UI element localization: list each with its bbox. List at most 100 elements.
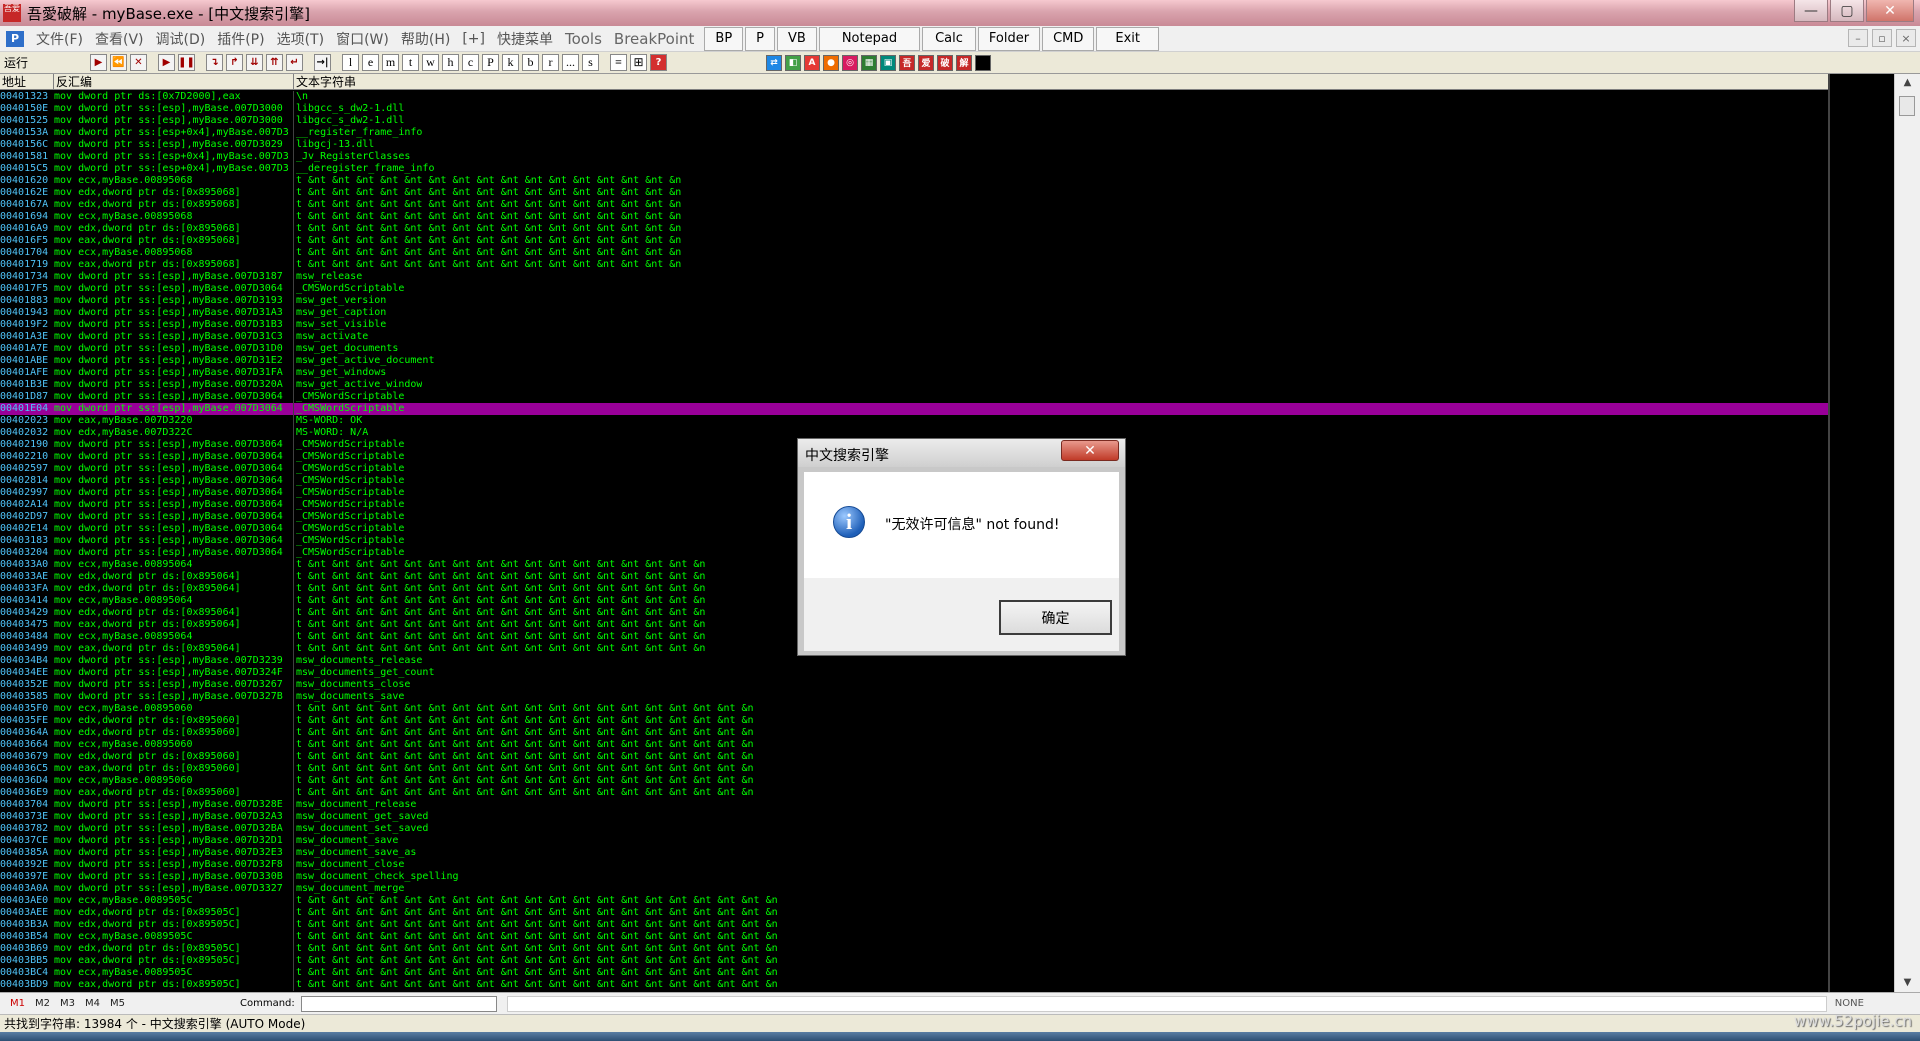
table-row[interactable]: 00401A3E mov dword ptr ss:[esp],myBase.00… (0, 331, 1830, 343)
table-row[interactable]: 0040373E mov dword ptr ss:[esp],myBase.00… (0, 811, 1830, 823)
scroll-up-icon[interactable]: ▲ (1895, 74, 1920, 92)
breakpoints-window-button[interactable]: b (522, 54, 539, 71)
memory-tab-m5[interactable]: M5 (110, 998, 125, 1009)
calc-button[interactable]: Calc (922, 26, 976, 51)
table-row[interactable]: 0040385A mov dword ptr ss:[esp],myBase.00… (0, 847, 1830, 859)
source-window-button[interactable]: s (582, 54, 599, 71)
table-row[interactable]: 004016A9 mov edx,dword ptr ds:[0x895068] t… (0, 223, 1830, 235)
menu-breakpoint[interactable]: BreakPoint (608, 30, 700, 48)
mdi-minimize-button[interactable]: – (1848, 29, 1868, 47)
table-row[interactable]: 00401620 mov ecx,myBase.00895068 t &nt &nt… (0, 175, 1830, 187)
table-row[interactable]: 0040364A mov edx,dword ptr ds:[0x895060] t… (0, 727, 1830, 739)
table-row[interactable]: 00403782 mov dword ptr ss:[esp],myBase.00… (0, 823, 1830, 835)
menu-file[interactable]: 文件(F) (30, 29, 89, 49)
table-row[interactable]: 00401581 mov dword ptr ss:[esp+0x4],myBas… (0, 151, 1830, 163)
plugin-box-icon[interactable]: ▣ (880, 54, 896, 71)
table-row[interactable]: 00403679 mov edx,dword ptr ds:[0x895060] t… (0, 751, 1830, 763)
table-row[interactable]: 004015C5 mov dword ptr ss:[esp+0x4],myBas… (0, 163, 1830, 175)
table-row[interactable]: 00401883 mov dword ptr ss:[esp],myBase.00… (0, 295, 1830, 307)
modules-window-button[interactable]: e (362, 54, 379, 71)
folder-button[interactable]: Folder (977, 26, 1041, 51)
table-row[interactable]: 004019F2 mov dword ptr ss:[esp],myBase.00… (0, 319, 1830, 331)
table-row[interactable]: 00401734 mov dword ptr ss:[esp],myBase.00… (0, 271, 1830, 283)
table-row[interactable]: 004036D4 mov ecx,myBase.00895060 t &nt &nt… (0, 775, 1830, 787)
table-row[interactable]: 004037CE mov dword ptr ss:[esp],myBase.00… (0, 835, 1830, 847)
memory-tab-m4[interactable]: M4 (85, 998, 100, 1009)
exit-button[interactable]: Exit (1096, 26, 1160, 51)
menu-help[interactable]: 帮助(H) (395, 29, 456, 49)
table-row[interactable]: 00401323 mov dword ptr ds:[0x7D2000],eax \… (0, 91, 1830, 103)
help-icon[interactable]: ? (650, 54, 667, 71)
handles-window-button[interactable]: h (442, 54, 459, 71)
maximize-button[interactable]: ▢ (1830, 0, 1864, 22)
table-row[interactable]: 00403BB5 mov eax,dword ptr ds:[0x89505C] t… (0, 955, 1830, 967)
restart-icon[interactable]: ⏪ (110, 54, 127, 71)
plugin-window-icon[interactable]: ◧ (785, 54, 801, 71)
run-trace-window-button[interactable]: ... (562, 54, 579, 71)
trace-into-icon[interactable]: ⇊ (246, 54, 263, 71)
table-row[interactable]: 00401A7E mov dword ptr ss:[esp],myBase.00… (0, 343, 1830, 355)
plugin-po-icon[interactable]: 破 (937, 54, 953, 71)
pause-icon[interactable]: ❚❚ (178, 54, 195, 71)
table-row[interactable]: 00401B3E mov dword ptr ss:[esp],myBase.00… (0, 379, 1830, 391)
table-row[interactable]: 00401719 mov eax,dword ptr ds:[0x895068] t… (0, 259, 1830, 271)
trace-over-icon[interactable]: ⇈ (266, 54, 283, 71)
menu-shortcuts[interactable]: 快捷菜单 (491, 29, 559, 49)
call-stack-window-button[interactable]: k (502, 54, 519, 71)
debug-options-icon[interactable]: ≡ (610, 54, 627, 71)
table-row[interactable]: 004017F5 mov dword ptr ss:[esp],myBase.00… (0, 283, 1830, 295)
memory-tab-m1[interactable]: M1 (10, 998, 25, 1009)
log-window-button[interactable]: l (342, 54, 359, 71)
menu-plus[interactable]: [+] (456, 31, 491, 47)
table-row[interactable]: 00403585 mov dword ptr ss:[esp],myBase.00… (0, 691, 1830, 703)
notepad-button[interactable]: Notepad (818, 26, 921, 51)
cpu-window-button[interactable]: c (462, 54, 479, 71)
table-row[interactable]: 0040167A mov edx,dword ptr ds:[0x895068] t… (0, 199, 1830, 211)
execute-till-return-icon[interactable]: ↵ (286, 54, 303, 71)
appearance-icon[interactable]: ⊞ (630, 54, 647, 71)
step-over-icon[interactable]: ↱ (226, 54, 243, 71)
table-row[interactable]: 00403B3A mov edx,dword ptr ds:[0x89505C] t… (0, 919, 1830, 931)
plugin-ai-icon[interactable]: 爱 (918, 54, 934, 71)
minimize-button[interactable]: — (1794, 0, 1828, 22)
table-row[interactable]: 0040156C mov dword ptr ss:[esp],myBase.00… (0, 139, 1830, 151)
plugin-a-icon[interactable]: A (804, 54, 820, 71)
vb-button[interactable]: VB (777, 26, 817, 51)
plugin-jie-icon[interactable]: 解 (956, 54, 972, 71)
table-row[interactable]: 0040162E mov edx,dword ptr ds:[0x895068] t… (0, 187, 1830, 199)
plugin-record-icon[interactable]: ● (823, 54, 839, 71)
plugin-black-icon[interactable] (975, 54, 991, 71)
plugin-grid-icon[interactable]: ▦ (861, 54, 877, 71)
plugin-wu-icon[interactable]: 吾 (899, 54, 915, 71)
patches-window-button[interactable]: P (482, 54, 499, 71)
column-header-address[interactable]: 地址 (0, 74, 54, 89)
table-row[interactable]: 004034B4 mov dword ptr ss:[esp],myBase.00… (0, 655, 1830, 667)
table-row[interactable]: 00403AEE mov edx,dword ptr ds:[0x89505C] t… (0, 907, 1830, 919)
table-row[interactable]: 00403A0A mov dword ptr ss:[esp],myBase.00… (0, 883, 1830, 895)
table-row[interactable]: 004016F5 mov eax,dword ptr ds:[0x895068] t… (0, 235, 1830, 247)
goto-icon[interactable]: →| (314, 54, 331, 71)
step-into-icon[interactable]: ↴ (206, 54, 223, 71)
menu-logo-icon[interactable]: P (6, 30, 24, 47)
table-row[interactable]: 00401AFE mov dword ptr ss:[esp],myBase.00… (0, 367, 1830, 379)
table-row[interactable]: 00403BD9 mov eax,dword ptr ds:[0x89505C] t… (0, 979, 1830, 991)
run-icon[interactable]: ▶ (158, 54, 175, 71)
cmd-button[interactable]: CMD (1042, 26, 1095, 51)
table-row[interactable]: 00403704 mov dword ptr ss:[esp],myBase.00… (0, 799, 1830, 811)
table-row[interactable]: 00402023 mov eax,myBase.007D3220 MS-WORD: … (0, 415, 1830, 427)
column-header-disassembly[interactable]: 反汇编 (54, 74, 294, 89)
table-row[interactable]: 00401943 mov dword ptr ss:[esp],myBase.00… (0, 307, 1830, 319)
table-row[interactable]: 004036E9 mov eax,dword ptr ds:[0x895060] t… (0, 787, 1830, 799)
menu-options[interactable]: 选项(T) (271, 29, 330, 49)
plugin-refresh-icon[interactable]: ⇄ (766, 54, 782, 71)
dialog-close-button[interactable]: ✕ (1061, 440, 1119, 461)
memory-tab-m2[interactable]: M2 (35, 998, 50, 1009)
scroll-down-icon[interactable]: ▼ (1895, 974, 1920, 992)
table-row[interactable]: 0040153A mov dword ptr ss:[esp+0x4],myBas… (0, 127, 1830, 139)
table-row[interactable]: 00403664 mov ecx,myBase.00895060 t &nt &nt… (0, 739, 1830, 751)
table-row[interactable]: 004034EE mov dword ptr ss:[esp],myBase.00… (0, 667, 1830, 679)
table-row[interactable]: 004035FE mov edx,dword ptr ds:[0x895060] t… (0, 715, 1830, 727)
table-row[interactable]: 00403AE0 mov ecx,myBase.0089505C t &nt &nt… (0, 895, 1830, 907)
table-row[interactable]: 00401D87 mov dword ptr ss:[esp],myBase.00… (0, 391, 1830, 403)
table-row[interactable]: 00401694 mov ecx,myBase.00895068 t &nt &nt… (0, 211, 1830, 223)
